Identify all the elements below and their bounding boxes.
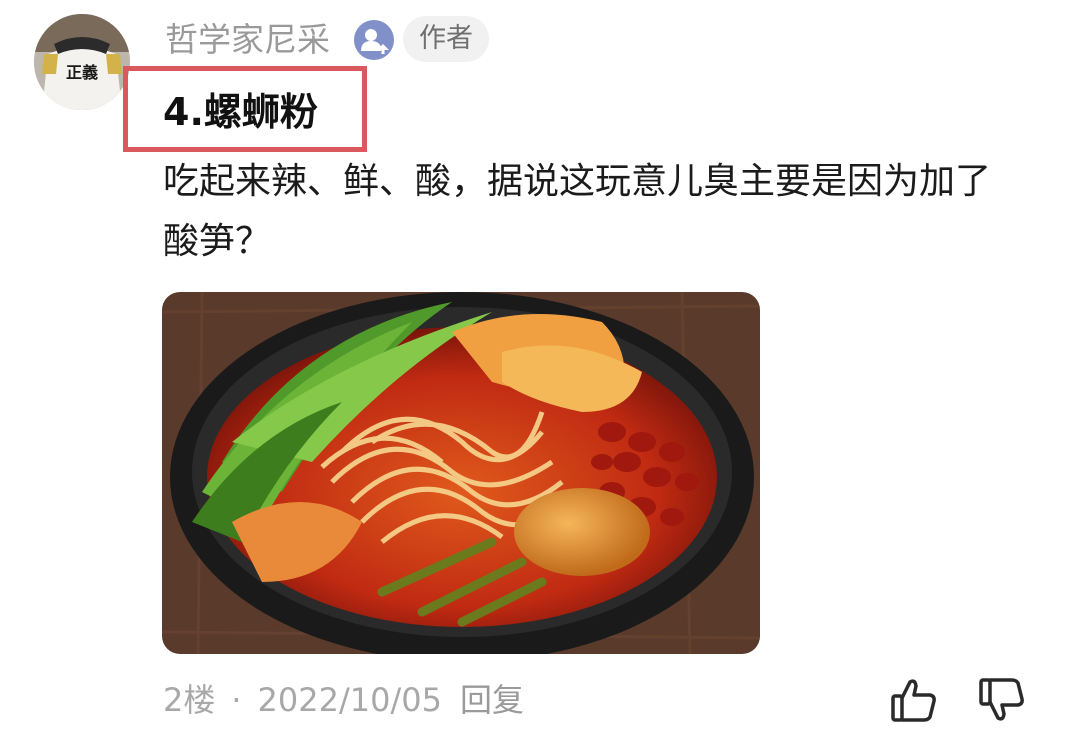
thumbs-up-icon[interactable] xyxy=(888,674,940,726)
food-photo[interactable] xyxy=(162,292,760,654)
comment-body: 吃起来辣、鲜、酸，据说这玩意儿臭主要是因为加了酸笋？ xyxy=(163,161,992,262)
thumbs-down-icon[interactable] xyxy=(976,674,1028,726)
avatar[interactable]: 正義 xyxy=(34,14,130,110)
comment-card: 正義 哲学家尼采 作者 4.螺蛳粉 吃起来辣、鲜、酸，据说这玩意儿臭主要是因为加… xyxy=(0,0,1080,740)
reply-button[interactable]: 回复 xyxy=(460,678,524,722)
comment-title: 4.螺蛳粉 xyxy=(163,90,318,134)
author-tag-badge: 作者 xyxy=(403,16,489,62)
floor-number: 2楼 xyxy=(163,681,216,719)
meta-separator: · xyxy=(231,681,242,719)
comment-date: 2022/10/05 xyxy=(257,681,442,719)
author-name[interactable]: 哲学家尼采 xyxy=(165,18,330,62)
verified-user-icon xyxy=(354,20,394,60)
avatar-text: 正義 xyxy=(66,63,98,82)
avatar-image: 正義 xyxy=(34,14,130,110)
comment-meta: 2楼 · 2022/10/05 回复 xyxy=(163,678,524,722)
